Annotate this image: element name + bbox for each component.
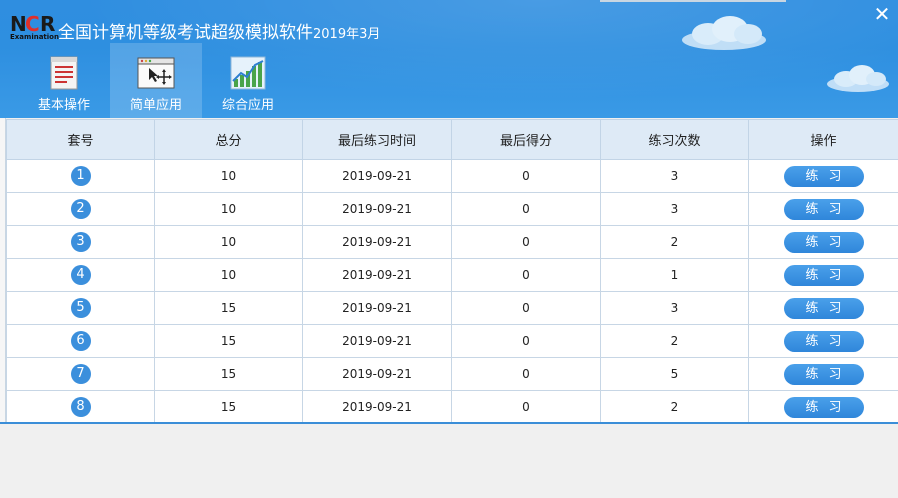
set-number-badge: 6 [70,331,91,351]
total-score-cell: 15 [154,324,303,358]
practice-count-cell: 1 [600,258,749,292]
practice-button[interactable]: 练习 [783,396,864,418]
last-practice-time-cell: 2019-09-21 [302,225,452,259]
column-header-total-score[interactable]: 总分 [154,119,303,160]
set-number-badge: 2 [70,199,91,219]
app-title-main: 全国计算机等级考试超级模拟软件 [58,23,313,43]
practice-count-cell: 3 [600,291,749,325]
column-header-last-practice-time[interactable]: 最后练习时间 [302,119,452,160]
tab-label: 基本操作 [37,98,90,113]
last-score-cell: 0 [451,192,601,226]
last-score-cell: 0 [451,258,601,292]
last-score-cell: 0 [451,291,601,325]
top-strip [600,0,786,2]
column-header-last-score[interactable]: 最后得分 [451,119,601,160]
set-number-badge: 3 [70,232,91,252]
table-row[interactable]: 8 15 2019-09-21 0 2 练习 [6,390,898,424]
tab-comprehensive-application[interactable]: 综合应用 [202,43,294,118]
last-practice-time-cell: 2019-09-21 [302,324,452,358]
table-row[interactable]: 5 15 2019-09-21 0 3 练习 [6,291,898,325]
set-number-badge: 7 [70,364,91,384]
tab-basic-operation[interactable]: 基本操作 [18,43,110,118]
table-bottom-border [0,422,898,424]
tab-label: 简单应用 [129,98,182,113]
column-header-action[interactable]: 操作 [748,119,898,160]
cloud-decoration-2 [827,65,889,92]
last-score-cell: 0 [451,390,601,424]
practice-button[interactable]: 练习 [783,330,864,352]
table-row[interactable]: 4 10 2019-09-21 0 1 练习 [6,258,898,292]
app-title: 全国计算机等级考试超级模拟软件2019年3月 [58,18,380,43]
tab-label: 综合应用 [221,98,274,113]
last-practice-time-cell: 2019-09-21 [302,192,452,226]
total-score-cell: 10 [154,225,303,259]
ncre-logo: N C R Examination [10,12,59,41]
table-row[interactable]: 3 10 2019-09-21 0 2 练习 [6,225,898,259]
cloud-decoration-1 [682,16,766,50]
total-score-cell: 15 [154,357,303,391]
app-title-suffix: 2019年3月 [313,27,381,42]
column-header-set-no[interactable]: 套号 [6,119,155,160]
total-score-cell: 15 [154,390,303,424]
chart-icon [230,56,266,90]
last-score-cell: 0 [451,324,601,358]
window-move-icon [137,57,175,89]
practice-button[interactable]: 练习 [783,198,864,220]
last-score-cell: 0 [451,357,601,391]
table-row[interactable]: 7 15 2019-09-21 0 5 练习 [6,357,898,391]
tab-simple-application[interactable]: 简单应用 [110,43,202,118]
title-bar: N C R Examination 全国计算机等级考试超级模拟软件2019年3月… [0,0,898,118]
total-score-cell: 10 [154,192,303,226]
last-practice-time-cell: 2019-09-21 [302,291,452,325]
practice-count-cell: 2 [600,390,749,424]
column-header-practice-count[interactable]: 练习次数 [600,119,749,160]
practice-count-cell: 2 [600,225,749,259]
total-score-cell: 10 [154,159,303,193]
practice-button[interactable]: 练习 [783,297,864,319]
exam-set-table: 套号 总分 最后练习时间 最后得分 练习次数 操作 1 10 2019-09-2… [6,119,898,424]
practice-count-cell: 2 [600,324,749,358]
total-score-cell: 15 [154,291,303,325]
practice-button[interactable]: 练习 [783,363,864,385]
table-row[interactable]: 6 15 2019-09-21 0 2 练习 [6,324,898,358]
last-practice-time-cell: 2019-09-21 [302,258,452,292]
last-score-cell: 0 [451,159,601,193]
last-practice-time-cell: 2019-09-21 [302,159,452,193]
practice-button[interactable]: 练习 [783,231,864,253]
practice-count-cell: 3 [600,192,749,226]
last-practice-time-cell: 2019-09-21 [302,357,452,391]
close-icon[interactable]: ✕ [872,4,892,24]
table-row[interactable]: 2 10 2019-09-21 0 3 练习 [6,192,898,226]
total-score-cell: 10 [154,258,303,292]
set-number-badge: 5 [70,298,91,318]
last-score-cell: 0 [451,225,601,259]
table-header-row: 套号 总分 最后练习时间 最后得分 练习次数 操作 [6,119,898,160]
table-row[interactable]: 1 10 2019-09-21 0 3 练习 [6,159,898,193]
practice-button[interactable]: 练习 [783,264,864,286]
practice-button[interactable]: 练习 [783,165,864,187]
practice-count-cell: 5 [600,357,749,391]
set-number-badge: 4 [70,265,91,285]
exam-set-grid: 套号 总分 最后练习时间 最后得分 练习次数 操作 1 10 2019-09-2… [6,119,898,424]
set-number-badge: 1 [70,166,91,186]
practice-count-cell: 3 [600,159,749,193]
set-number-badge: 8 [70,397,91,417]
logo-subtext: Examination [10,33,59,41]
last-practice-time-cell: 2019-09-21 [302,390,452,424]
document-icon [50,56,78,90]
